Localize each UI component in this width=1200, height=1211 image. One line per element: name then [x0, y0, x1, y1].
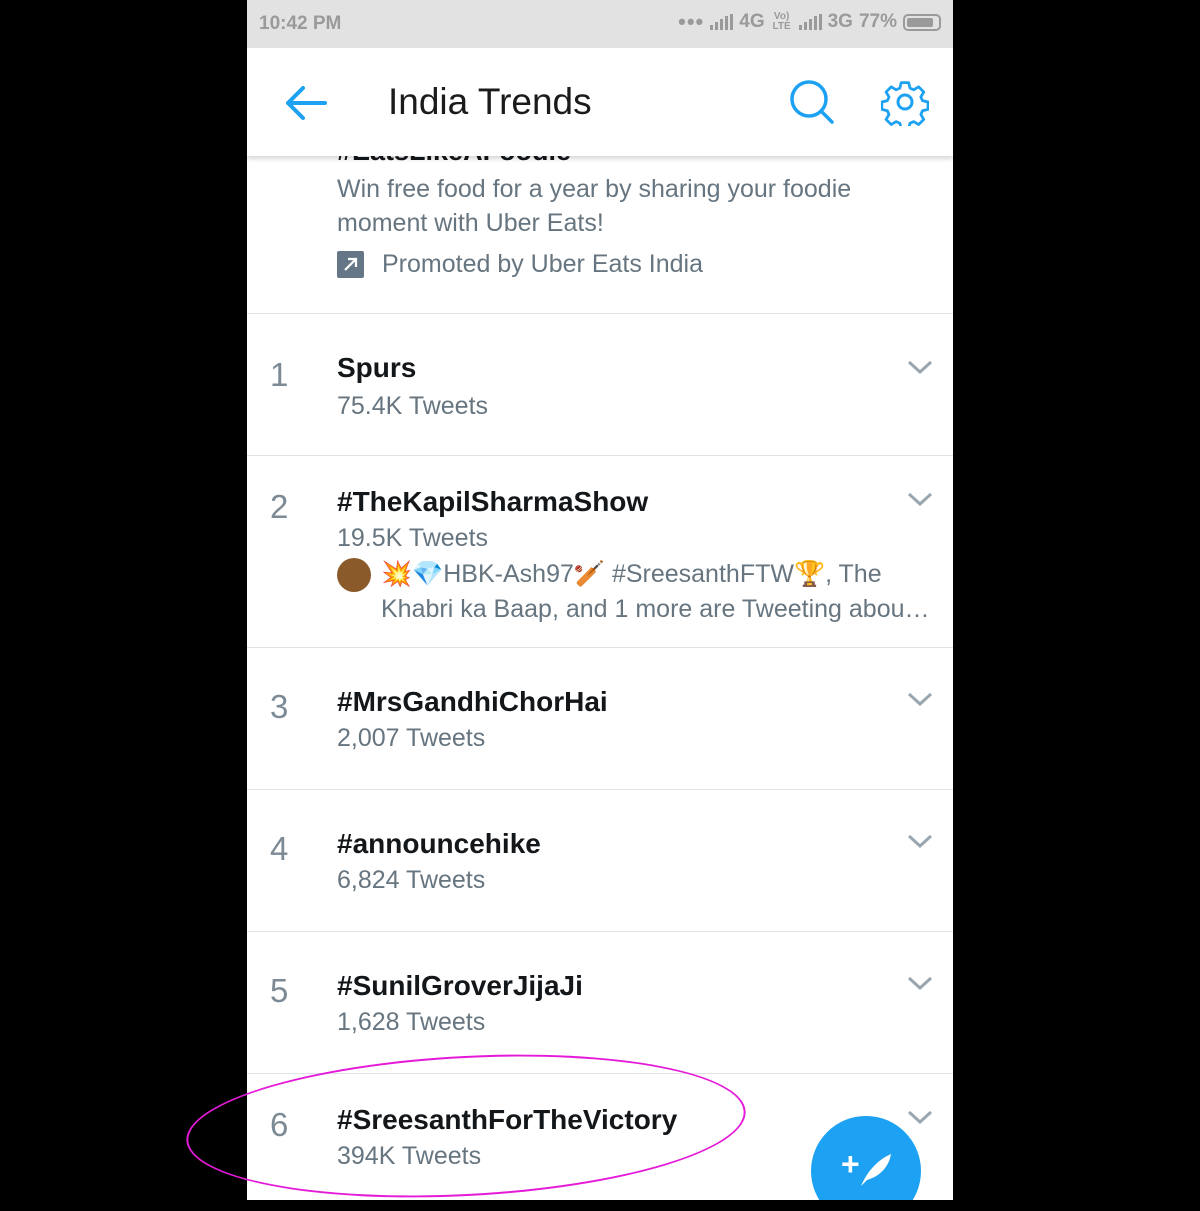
trend-count: 1,628 Tweets [337, 1008, 486, 1036]
feather-icon [861, 1154, 891, 1186]
trend-count: 75.4K Tweets [337, 392, 489, 420]
trend-name: Spurs [337, 352, 417, 383]
signal-icon [710, 14, 734, 30]
trend-rank: 4 [270, 830, 289, 867]
gear-icon[interactable] [881, 78, 929, 126]
arrow-left-icon[interactable] [283, 83, 327, 123]
trend-rank: 5 [270, 972, 289, 1009]
battery-icon [903, 13, 941, 31]
status-bar: 10:42 PM ••• 4G Vo) LTE 3G 77% [247, 0, 953, 48]
trend-count: 6,824 Tweets [337, 866, 486, 894]
trend-rank: 1 [270, 356, 289, 393]
trend-item-3[interactable]: 3 #MrsGandhiChorHai 2,007 Tweets [247, 648, 953, 790]
trend-context-text-1: 💥💎HBK-Ash97🏏 #SreesanthFTW🏆, The [381, 560, 882, 588]
promoted-by-row: Promoted by Uber Eats India [337, 250, 703, 279]
chevron-down-icon[interactable] [907, 691, 933, 707]
status-time: 10:42 PM [259, 13, 342, 34]
promoted-arrow-icon [337, 251, 364, 278]
trend-item-4[interactable]: 4 #announcehike 6,824 Tweets [247, 790, 953, 932]
trend-rank: 2 [270, 488, 289, 525]
trend-count: 19.5K Tweets [337, 524, 489, 552]
trend-name: #SunilGroverJijaJi [337, 970, 583, 1001]
trend-item-2[interactable]: 2 #TheKapilSharmaShow 19.5K Tweets 💥💎HBK… [247, 456, 953, 648]
promoted-trend-description: Win free food for a year by sharing your… [337, 175, 852, 237]
trend-item-1[interactable]: 1 Spurs 75.4K Tweets [247, 314, 953, 456]
status-icons: ••• 4G Vo) LTE 3G 77% [678, 11, 941, 33]
network-type-2: 3G [827, 11, 853, 32]
trend-name: #TheKapilSharmaShow [337, 486, 649, 517]
trend-name: #MrsGandhiChorHai [337, 686, 608, 717]
chevron-down-icon[interactable] [907, 833, 933, 849]
page-title: India Trends [388, 81, 592, 122]
trend-name: #announcehike [337, 828, 541, 859]
phone-screen: 10:42 PM ••• 4G Vo) LTE 3G 77% India Tre… [247, 0, 953, 1200]
chevron-down-icon[interactable] [907, 975, 933, 991]
chevron-down-icon[interactable] [907, 491, 933, 507]
chevron-down-icon[interactable] [907, 359, 933, 375]
signal-icon-2 [798, 14, 822, 30]
volte-label: Vo) LTE [772, 11, 791, 32]
trend-context-line-2: Khabri ka Baap, and 1 more are Tweeting … [337, 592, 930, 626]
trend-item-5[interactable]: 5 #SunilGroverJijaJi 1,628 Tweets [247, 932, 953, 1074]
trend-context-line-1: 💥💎HBK-Ash97🏏 #SreesanthFTW🏆, The [337, 557, 927, 593]
chevron-down-icon[interactable] [907, 1109, 933, 1125]
more-dots-icon: ••• [678, 9, 705, 34]
network-type-1: 4G [739, 11, 765, 32]
app-bar: India Trends [247, 48, 953, 156]
promoted-trend[interactable]: #EatsLikeAFoodie Win free food for a yea… [247, 136, 953, 314]
trend-context-text-2: Khabri ka Baap, and 1 more are Tweeting … [381, 595, 930, 624]
trend-count: 2,007 Tweets [337, 724, 486, 752]
promoted-by-label: Promoted by Uber Eats India [382, 250, 703, 278]
trend-context: 💥💎HBK-Ash97🏏 #SreesanthFTW🏆, The Khabri … [337, 557, 930, 626]
battery-percent: 77% [858, 11, 897, 32]
avatar [337, 558, 371, 593]
trend-rank: 3 [270, 688, 289, 725]
search-icon[interactable] [788, 78, 836, 126]
